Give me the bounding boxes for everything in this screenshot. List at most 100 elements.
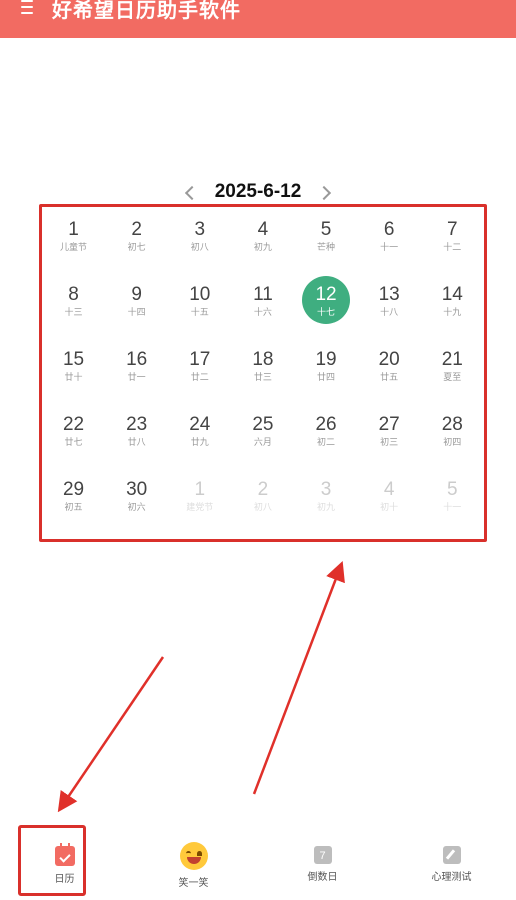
day-number: 21 (441, 349, 463, 370)
lunar-date: 初六 (127, 503, 146, 513)
day-cell[interactable]: 6 十一 (358, 219, 421, 284)
day-cell[interactable]: 5 芒种 (295, 219, 358, 284)
lunar-date: 儿童节 (60, 243, 88, 253)
smile-icon (179, 842, 208, 870)
lunar-date: 十三 (64, 308, 83, 318)
lunar-date: 廿十 (64, 373, 83, 383)
day-cell[interactable]: 13 十八 (358, 284, 421, 349)
chevron-right-icon[interactable] (319, 185, 333, 199)
day-cell[interactable]: 1 儿童节 (42, 219, 105, 284)
lunar-date: 建党节 (186, 503, 214, 513)
day-cell[interactable]: 2 初七 (105, 219, 168, 284)
day-cell[interactable]: 24 廿九 (168, 414, 231, 479)
lunar-date: 芒种 (317, 243, 336, 253)
lunar-date: 初九 (317, 503, 336, 513)
arrow-to-calendar (252, 560, 345, 795)
tab-label: 日历 (54, 874, 75, 885)
day-number: 29 (62, 479, 85, 500)
day-cell[interactable]: 27 初三 (358, 414, 421, 479)
tab-countdown[interactable]: 7 倒数日 (258, 820, 387, 883)
day-cell[interactable]: 16 廿一 (105, 349, 168, 414)
day-cell[interactable]: 29 初五 (42, 479, 105, 544)
day-number: 12 (315, 284, 337, 305)
day-number: 11 (253, 284, 273, 305)
day-number: 2 (131, 219, 142, 240)
day-number: 16 (126, 349, 148, 370)
day-number: 22 (62, 414, 85, 435)
day-number: 5 (447, 479, 458, 500)
day-number: 25 (252, 414, 274, 435)
day-number: 2 (257, 479, 269, 500)
day-cell[interactable]: 18 廿三 (231, 349, 294, 414)
lunar-date: 廿一 (127, 373, 146, 383)
lunar-date: 廿五 (380, 373, 399, 383)
day-number: 3 (320, 479, 332, 500)
day-cell[interactable]: 15 廿十 (42, 349, 105, 414)
day-number: 5 (320, 219, 332, 240)
lunar-date: 初九 (253, 243, 272, 253)
day-cell[interactable]: 9 十四 (105, 284, 168, 349)
tab-smile[interactable]: 笑一笑 (129, 820, 258, 889)
day-cell[interactable]: 17 廿二 (168, 349, 231, 414)
day-cell[interactable]: 1 建党节 (168, 479, 231, 544)
day-cell[interactable]: 19 廿四 (295, 349, 358, 414)
day-cell[interactable]: 4 初九 (231, 219, 294, 284)
menu-icon[interactable] (21, 0, 33, 14)
day-cell[interactable]: 11 十六 (231, 284, 294, 349)
day-cell[interactable]: 5 十一 (421, 479, 484, 544)
day-cell[interactable]: 23 廿八 (105, 414, 168, 479)
day-cell[interactable]: 10 十五 (168, 284, 231, 349)
day-cell[interactable]: 2 初八 (231, 479, 294, 544)
tab-psych-test[interactable]: 心理测试 (387, 820, 516, 883)
chevron-left-icon[interactable] (183, 185, 197, 199)
bottom-tab-bar: 日历 笑一笑 7 倒数日 心理测试 (0, 820, 516, 900)
lunar-date: 廿七 (64, 438, 83, 448)
day-number: 20 (378, 349, 400, 370)
tab-label: 笑一笑 (178, 878, 209, 889)
day-number: 8 (68, 284, 79, 305)
day-number: 27 (378, 414, 400, 435)
lunar-date: 十五 (190, 308, 209, 318)
lunar-date: 初八 (253, 503, 272, 513)
day-number: 19 (315, 349, 337, 370)
lunar-date: 十二 (443, 243, 462, 253)
day-number: 24 (189, 414, 211, 435)
day-cell[interactable]: 8 十三 (42, 284, 105, 349)
lunar-date: 十一 (380, 243, 399, 253)
calendar-grid: 1 儿童节 2 初七 3 初八 4 初九 5 芒种 6 十一 7 十二 8 十三 9 十四 10 十五 11 十六 12 十七… (42, 219, 484, 544)
day-cell[interactable]: 20 廿五 (358, 349, 421, 414)
lunar-date: 十一 (443, 503, 462, 513)
lunar-date: 廿八 (127, 438, 146, 448)
day-cell[interactable]: 7 十二 (421, 219, 484, 284)
day-cell[interactable]: 3 初八 (168, 219, 231, 284)
day-cell[interactable]: 25 六月 (231, 414, 294, 479)
lunar-date: 十七 (317, 308, 336, 318)
tab-calendar[interactable]: 日历 (0, 820, 129, 885)
countdown-icon: 7 (313, 846, 332, 864)
date-navigator: 2025-6-12 (0, 178, 516, 206)
lunar-date: 十九 (443, 308, 462, 318)
day-cell[interactable]: 14 十九 (421, 284, 484, 349)
day-cell[interactable]: 30 初六 (105, 479, 168, 544)
day-number: 7 (447, 219, 458, 240)
day-cell[interactable]: 26 初二 (295, 414, 358, 479)
lunar-date: 初二 (317, 438, 336, 448)
day-cell-selected[interactable]: 12 十七 (295, 276, 358, 349)
day-number: 6 (383, 219, 395, 240)
lunar-date: 廿二 (190, 373, 209, 383)
lunar-date: 廿九 (190, 438, 209, 448)
day-number: 30 (126, 479, 148, 500)
app-bar: 好希望日历助手软件 (0, 0, 516, 38)
day-number: 4 (257, 219, 269, 240)
day-cell[interactable]: 4 初十 (358, 479, 421, 544)
calendar-icon (54, 843, 75, 866)
lunar-date: 初四 (443, 438, 462, 448)
day-cell[interactable]: 28 初四 (421, 414, 484, 479)
day-cell[interactable]: 21 夏至 (421, 349, 484, 414)
lunar-date: 初十 (380, 503, 399, 513)
lunar-date: 十四 (127, 308, 146, 318)
day-number: 10 (189, 284, 211, 305)
lunar-date: 廿四 (317, 373, 336, 383)
day-cell[interactable]: 3 初九 (295, 479, 358, 544)
day-cell[interactable]: 22 廿七 (42, 414, 105, 479)
